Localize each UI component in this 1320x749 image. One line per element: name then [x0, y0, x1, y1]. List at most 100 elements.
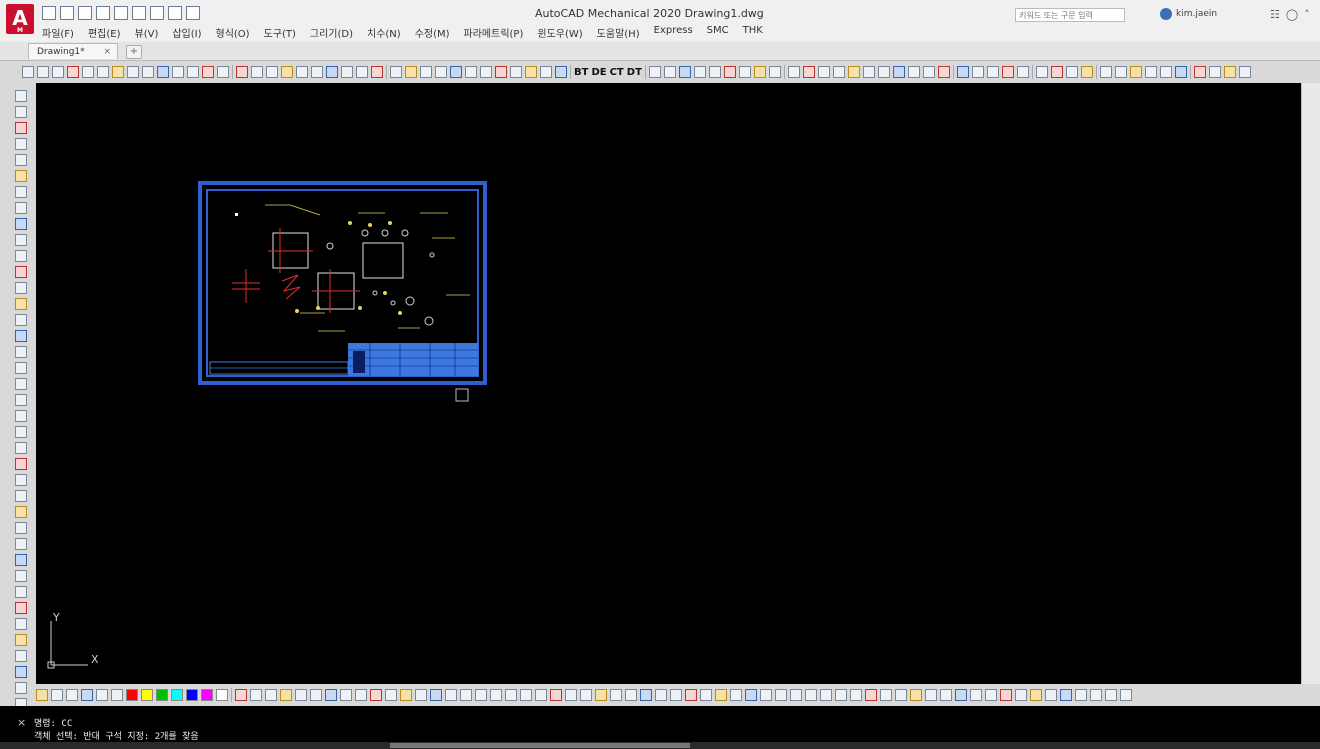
style-icon[interactable] [66, 689, 78, 701]
property-icon[interactable] [880, 689, 892, 701]
property-icon[interactable] [265, 689, 277, 701]
draw-icon[interactable] [15, 362, 27, 374]
close-icon[interactable]: × [17, 716, 26, 729]
style-icon[interactable] [51, 689, 63, 701]
property-icon[interactable] [415, 689, 427, 701]
menu-item[interactable]: 편집(E) [88, 25, 121, 40]
draw-icon[interactable] [15, 602, 27, 614]
draw-icon[interactable] [15, 442, 27, 454]
mechanical-icon[interactable] [753, 66, 766, 78]
draw-icon[interactable] [15, 378, 27, 390]
dimension-icon[interactable] [266, 66, 278, 78]
property-icon[interactable] [505, 689, 517, 701]
dimension-icon[interactable] [251, 66, 263, 78]
scrollbar-thumb[interactable] [390, 743, 690, 748]
dimension-icon[interactable] [296, 66, 308, 78]
chevron-up-icon[interactable]: ˄ [1304, 8, 1310, 21]
layer-icon[interactable] [956, 66, 969, 78]
tool-icon[interactable] [157, 66, 169, 78]
mechanical-icon[interactable] [738, 66, 751, 78]
draw-icon[interactable] [15, 458, 27, 470]
utility-icon[interactable] [1129, 66, 1142, 78]
property-icon[interactable] [955, 689, 967, 701]
utility-icon[interactable] [1114, 66, 1127, 78]
symbol-icon[interactable] [907, 66, 920, 78]
draw-icon[interactable] [15, 330, 27, 342]
draw-icon[interactable] [15, 106, 27, 118]
utility-icon[interactable] [1159, 66, 1172, 78]
mechanical-text-button[interactable]: DT [627, 67, 642, 78]
property-icon[interactable] [595, 689, 607, 701]
color-swatch[interactable] [201, 689, 213, 701]
property-icon[interactable] [280, 689, 292, 701]
modify-icon[interactable] [540, 66, 552, 78]
symbol-icon[interactable] [817, 66, 830, 78]
property-icon[interactable] [445, 689, 457, 701]
dimension-icon[interactable] [311, 66, 323, 78]
symbol-icon[interactable] [802, 66, 815, 78]
drawing-sheet[interactable] [198, 181, 487, 385]
print-preview-icon[interactable] [132, 6, 146, 20]
print-icon[interactable] [150, 6, 164, 20]
draw-icon[interactable] [15, 170, 27, 182]
tool-icon[interactable] [112, 66, 124, 78]
layer-icon[interactable] [1001, 66, 1014, 78]
draw-icon[interactable] [15, 682, 27, 694]
property-icon[interactable] [310, 689, 322, 701]
property-icon[interactable] [385, 689, 397, 701]
property-icon[interactable] [1060, 689, 1072, 701]
property-icon[interactable] [550, 689, 562, 701]
property-icon[interactable] [1075, 689, 1087, 701]
text-icon[interactable] [1223, 66, 1236, 78]
draw-icon[interactable] [15, 570, 27, 582]
menu-item[interactable]: THK [743, 25, 763, 40]
menu-item[interactable]: 도구(T) [264, 25, 296, 40]
color-swatch[interactable] [126, 689, 138, 701]
menu-item[interactable]: SMC [707, 25, 729, 40]
modify-icon[interactable] [465, 66, 477, 78]
property-icon[interactable] [865, 689, 877, 701]
draw-icon[interactable] [15, 218, 27, 230]
drawing-canvas[interactable]: Y X [36, 83, 1301, 684]
property-icon[interactable] [295, 689, 307, 701]
cart-icon[interactable]: ☷ [1270, 8, 1280, 21]
property-icon[interactable] [1000, 689, 1012, 701]
mechanical-icon[interactable] [663, 66, 676, 78]
modify-icon[interactable] [435, 66, 447, 78]
property-icon[interactable] [535, 689, 547, 701]
menu-item[interactable]: 파일(F) [42, 25, 74, 40]
mechanical-icon[interactable] [678, 66, 691, 78]
tool-icon[interactable] [22, 66, 34, 78]
modify-icon[interactable] [480, 66, 492, 78]
property-icon[interactable] [430, 689, 442, 701]
text-icon[interactable] [1193, 66, 1206, 78]
symbol-icon[interactable] [847, 66, 860, 78]
draw-icon[interactable] [15, 426, 27, 438]
menu-item[interactable]: 뷰(V) [135, 25, 159, 40]
tool-icon[interactable] [97, 66, 109, 78]
open-file-icon[interactable] [60, 6, 74, 20]
property-icon[interactable] [340, 689, 352, 701]
layer-icon[interactable] [971, 66, 984, 78]
property-icon[interactable] [985, 689, 997, 701]
draw-icon[interactable] [15, 554, 27, 566]
property-icon[interactable] [685, 689, 697, 701]
property-icon[interactable] [835, 689, 847, 701]
modify-icon[interactable] [510, 66, 522, 78]
block-icon[interactable] [1065, 66, 1078, 78]
property-icon[interactable] [580, 689, 592, 701]
mechanical-icon[interactable] [768, 66, 781, 78]
color-swatch[interactable] [216, 689, 228, 701]
property-icon[interactable] [700, 689, 712, 701]
menu-item[interactable]: 형식(O) [216, 25, 250, 40]
draw-icon[interactable] [15, 138, 27, 150]
draw-icon[interactable] [15, 346, 27, 358]
property-icon[interactable] [820, 689, 832, 701]
modify-icon[interactable] [555, 66, 567, 78]
draw-icon[interactable] [15, 234, 27, 246]
property-icon[interactable] [460, 689, 472, 701]
property-icon[interactable] [235, 689, 247, 701]
draw-icon[interactable] [15, 314, 27, 326]
draw-icon[interactable] [15, 650, 27, 662]
draw-icon[interactable] [15, 154, 27, 166]
